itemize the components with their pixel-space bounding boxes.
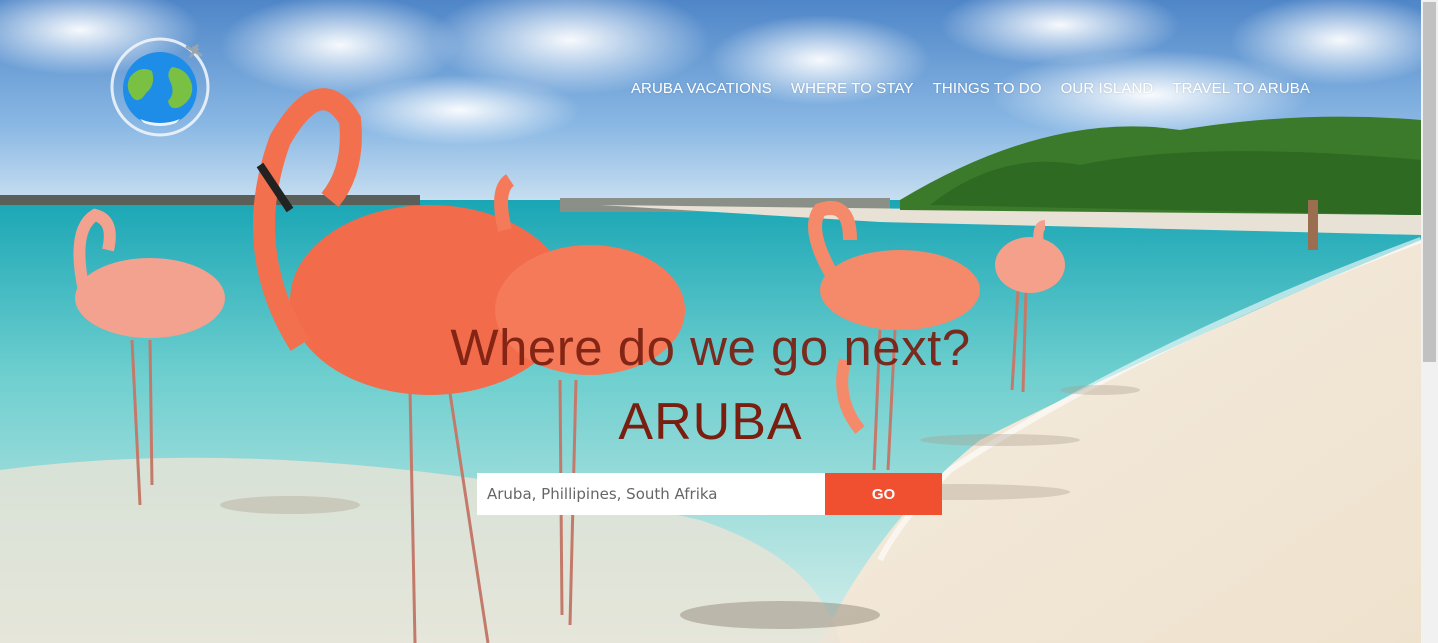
destination-search-input[interactable] xyxy=(477,473,825,515)
nav-item-where-to-stay[interactable]: WHERE TO STAY xyxy=(791,80,914,97)
nav-item-things-to-do[interactable]: THINGS TO DO xyxy=(933,80,1042,97)
nav-item-our-island[interactable]: OUR ISLAND xyxy=(1061,80,1154,97)
hero-headline: Where do we go next? xyxy=(450,319,971,376)
go-button[interactable]: GO xyxy=(825,473,942,515)
destination-search-form: GO xyxy=(477,473,942,515)
hero-section: ARUBA VACATIONS WHERE TO STAY THINGS TO … xyxy=(0,0,1421,643)
hero-destination: ARUBA xyxy=(618,393,803,451)
logo[interactable] xyxy=(110,37,210,137)
scrollbar-thumb[interactable] xyxy=(1423,2,1436,362)
nav-item-aruba-vacations[interactable]: ARUBA VACATIONS xyxy=(631,80,772,97)
main-nav: ARUBA VACATIONS WHERE TO STAY THINGS TO … xyxy=(631,80,1310,97)
nav-item-travel-to-aruba[interactable]: TRAVEL TO ARUBA xyxy=(1172,80,1310,97)
page-scrollbar[interactable] xyxy=(1421,0,1438,643)
globe-airplane-icon xyxy=(110,37,210,137)
